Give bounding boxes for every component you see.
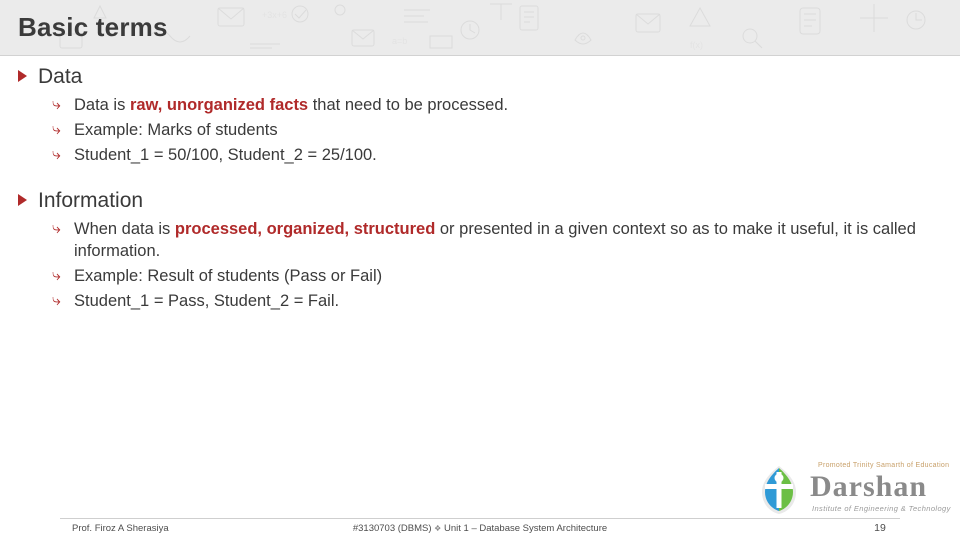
bullet-text-prefix: When data is (74, 220, 175, 238)
footer-center: #3130703 (DBMS) ❖ Unit 1 – Database Syst… (0, 523, 960, 534)
arrow-bullet-icon: ⤷ (52, 96, 61, 113)
logo-tagline-bottom: Institute of Engineering & Technology (812, 504, 951, 513)
bullet-text-prefix: Example: Marks of students (74, 121, 278, 139)
bullet-text-suffix: that need to be processed. (308, 96, 509, 114)
page-title: Basic terms (18, 12, 168, 42)
list-item: ⤷ Student_1 = 50/100, Student_2 = 25/100… (52, 144, 960, 166)
list-item: ⤷ Student_1 = Pass, Student_2 = Fail. (52, 290, 960, 312)
bullet-text-highlight: raw, unorganized facts (129, 96, 309, 114)
logo-tagline-top: Promoted Trinity Samarth of Education (818, 462, 950, 469)
bullet-text-prefix: Example: Result of students (Pass or Fai… (74, 267, 383, 285)
arrow-bullet-icon: ⤷ (52, 267, 61, 284)
bullet-list-information: ⤷ When data is processed, organized, str… (52, 218, 960, 312)
list-item: ⤷ Example: Marks of students (52, 119, 960, 141)
footer-divider (60, 518, 900, 519)
section-heading-data: Data (18, 62, 960, 92)
section-heading-information: Information (18, 186, 960, 216)
list-item: ⤷ When data is processed, organized, str… (52, 218, 960, 262)
list-item: ⤷ Data is raw, unorganized facts that ne… (52, 94, 960, 116)
bullet-text-prefix: Student_1 = Pass, Student_2 = Fail. (74, 292, 340, 310)
footer-page-number: 19 (874, 522, 886, 534)
bullet-text-prefix: Student_1 = 50/100, Student_2 = 25/100. (74, 146, 377, 164)
darshan-logo: Promoted Trinity Samarth of Education Da… (752, 462, 952, 518)
arrow-bullet-icon: ⤷ (52, 292, 61, 309)
slide: +3x+6 a=b f(x) Basic terms Data ⤷ Data i… (0, 0, 960, 540)
arrow-bullet-icon: ⤷ (52, 220, 61, 237)
svg-text:+3x+6: +3x+6 (262, 10, 287, 20)
svg-text:f(x): f(x) (690, 40, 703, 50)
arrow-bullet-icon: ⤷ (52, 146, 61, 163)
triangle-bullet-icon (18, 194, 27, 206)
triangle-bullet-icon (18, 70, 27, 82)
section-heading-label: Data (38, 65, 83, 88)
slide-header: +3x+6 a=b f(x) Basic terms (0, 0, 960, 56)
footer-course-code: #3130703 (DBMS) (352, 523, 432, 534)
bullet-text-prefix: Data is (74, 96, 130, 114)
list-item: ⤷ Example: Result of students (Pass or F… (52, 265, 960, 287)
bullet-list-data: ⤷ Data is raw, unorganized facts that ne… (52, 94, 960, 166)
section-heading-label: Information (38, 189, 144, 212)
slide-content: Data ⤷ Data is raw, unorganized facts th… (0, 62, 960, 324)
logo-wordmark: Darshan (810, 470, 928, 503)
header-divider (0, 55, 960, 56)
darshan-logo-mark-icon (762, 466, 796, 514)
arrow-bullet-icon: ⤷ (52, 121, 61, 138)
bullet-text-highlight: processed, organized, structured (174, 220, 436, 238)
footer-separator-icon: ❖ (434, 523, 442, 533)
svg-text:a=b: a=b (392, 36, 407, 46)
footer-unit: Unit 1 – Database System Architecture (443, 523, 608, 534)
